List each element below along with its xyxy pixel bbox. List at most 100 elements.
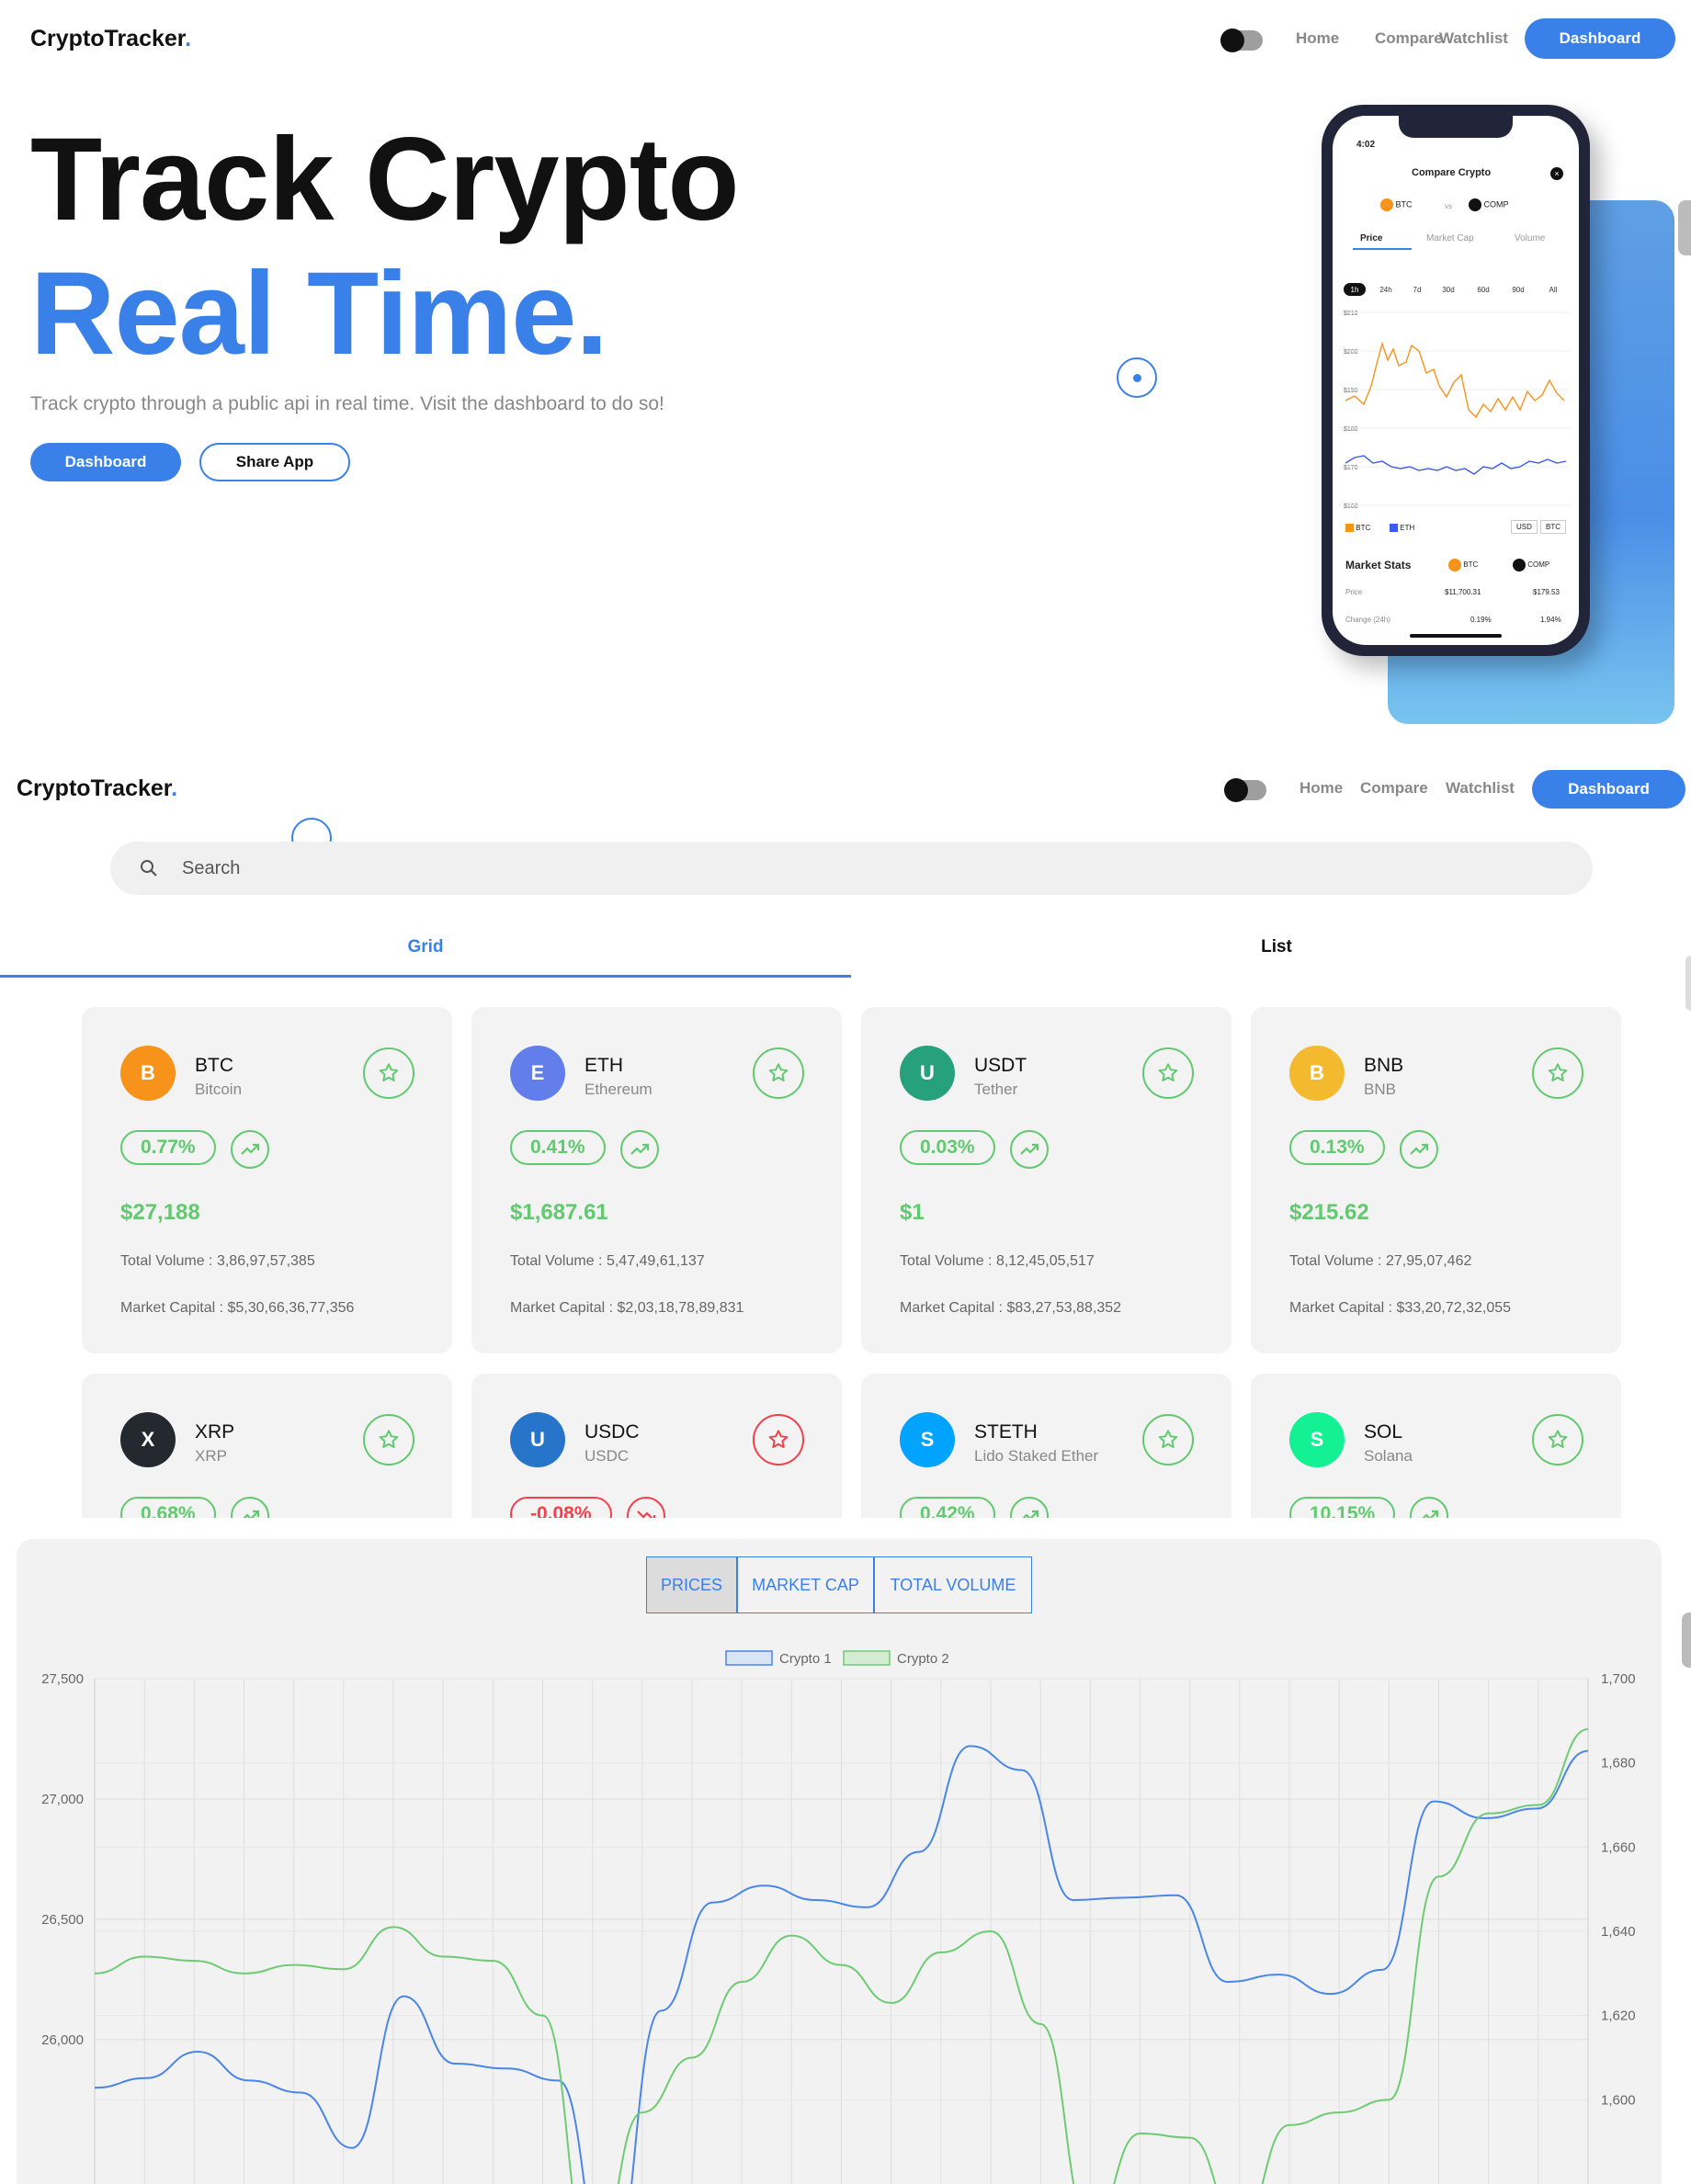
toggle-prices[interactable]: PRICES <box>646 1556 737 1613</box>
coin-volume: Total Volume : 27,95,07,462 <box>1289 1253 1472 1269</box>
nav-dashboard-button[interactable]: Dashboard <box>1532 770 1685 809</box>
nav-compare[interactable]: Compare <box>1360 779 1428 798</box>
watchlist-star-icon[interactable] <box>1532 1414 1583 1465</box>
y-right-tick-label: 1,660 <box>1601 1839 1636 1855</box>
theme-toggle[interactable] <box>1224 778 1266 802</box>
coin-symbol: SOL <box>1364 1421 1403 1443</box>
coin-symbol: ETH <box>584 1055 623 1076</box>
phone-title: Compare Crypto <box>1412 167 1492 178</box>
brand-logo[interactable]: CryptoTracker. <box>30 26 191 52</box>
brand-logo[interactable]: CryptoTracker. <box>17 775 177 802</box>
range-1h[interactable]: 1h <box>1344 283 1366 296</box>
range-90d[interactable]: 90d <box>1507 283 1529 296</box>
nav-watchlist[interactable]: Watchlist <box>1439 29 1508 48</box>
coin-price: $27,188 <box>120 1200 200 1225</box>
y-right-tick-label: 1,620 <box>1601 2009 1636 2024</box>
coin-market-cap: Market Capital : $83,27,53,88,352 <box>900 1300 1122 1316</box>
trending-up-icon <box>1410 1497 1448 1518</box>
range-all[interactable]: All <box>1542 283 1564 296</box>
toggle-total-volume[interactable]: TOTAL VOLUME <box>874 1556 1032 1613</box>
coin-logo-icon: E <box>510 1046 565 1101</box>
coin-card-usdc[interactable]: U USDC USDC -0.08% <box>471 1374 842 1518</box>
coin-price: $1 <box>900 1200 925 1225</box>
change-badge: 10.15% <box>1289 1497 1396 1518</box>
phone-tab-price[interactable]: Price <box>1360 233 1382 243</box>
tab-list[interactable]: List <box>851 937 1691 978</box>
nav-watchlist[interactable]: Watchlist <box>1446 779 1515 798</box>
hero-title-accent: Real Time. <box>30 248 608 379</box>
y-right-tick-label: 1,680 <box>1601 1756 1636 1771</box>
range-60d[interactable]: 60d <box>1472 283 1494 296</box>
hero-dashboard-button[interactable]: Dashboard <box>30 443 181 481</box>
top-nav: CryptoTracker. Home Compare Watchlist Da… <box>0 11 1691 66</box>
coin-grid: B BTC Bitcoin 0.77% $27,188 Total Volume : 3,… <box>0 1001 1691 1518</box>
watchlist-star-icon[interactable] <box>753 1414 804 1465</box>
tab-grid[interactable]: Grid <box>0 937 851 978</box>
scroll-handle[interactable] <box>1678 200 1691 255</box>
watchlist-star-icon[interactable] <box>1142 1047 1194 1099</box>
watchlist-star-icon[interactable] <box>363 1047 414 1099</box>
toggle-market-cap[interactable]: MARKET CAP <box>737 1556 874 1613</box>
hero-title: Track Crypto <box>30 114 739 245</box>
watchlist-star-icon[interactable] <box>1142 1414 1194 1465</box>
phone-tab-marketcap[interactable]: Market Cap <box>1426 233 1474 243</box>
coin-card-sol[interactable]: S SOL Solana 10.15% <box>1251 1374 1621 1518</box>
currency-btc[interactable]: BTC <box>1540 520 1566 534</box>
search-icon <box>141 860 157 877</box>
coin-card-xrp[interactable]: X XRP XRP 0.68% <box>82 1374 452 1518</box>
phone-time: 4:02 <box>1356 140 1376 150</box>
coin-price: $215.62 <box>1289 1200 1369 1225</box>
coin-name: BNB <box>1364 1081 1396 1098</box>
range-7d[interactable]: 7d <box>1406 283 1428 296</box>
market-stats-title: Market Stats <box>1345 559 1412 571</box>
watchlist-star-icon[interactable] <box>1532 1047 1583 1099</box>
dashboard-nav: CryptoTracker. Home Compare Watchlist Da… <box>0 761 1691 816</box>
coin-card-btc[interactable]: B BTC Bitcoin 0.77% $27,188 Total Volume : 3,… <box>82 1007 452 1353</box>
range-30d[interactable]: 30d <box>1437 283 1459 296</box>
nav-home[interactable]: Home <box>1296 29 1339 48</box>
coin-logo-icon: U <box>900 1046 955 1101</box>
share-app-button[interactable]: Share App <box>199 443 350 481</box>
trending-up-icon <box>231 1130 269 1169</box>
phone-coin-a: BTC <box>1380 198 1413 211</box>
phone-legend-eth[interactable]: ETH <box>1390 524 1414 533</box>
coin-logo-icon: S <box>900 1412 955 1467</box>
coin-card-steth[interactable]: S STETH Lido Staked Ether 0.42% <box>861 1374 1231 1518</box>
search-input[interactable] <box>182 842 1469 895</box>
phone-mockup: 4:02 Compare Crypto × BTC vs COMP Price … <box>1322 105 1590 656</box>
hero-subtitle: Track crypto through a public api in rea… <box>30 393 664 414</box>
coin-market-cap: Market Capital : $33,20,72,32,055 <box>1289 1300 1512 1316</box>
watchlist-star-icon[interactable] <box>363 1414 414 1465</box>
coin-logo-icon: X <box>120 1412 176 1467</box>
coin-card-bnb[interactable]: B BNB BNB 0.13% $215.62 Total Volume : 27,95,… <box>1251 1007 1621 1353</box>
coin-market-cap: Market Capital : $2,03,18,78,89,831 <box>510 1300 744 1316</box>
search-bar[interactable] <box>110 842 1593 895</box>
trending-up-icon <box>1010 1497 1049 1518</box>
y-left-tick-label: 27,000 <box>41 1792 84 1807</box>
stats-row-b: 1.94% <box>1540 616 1561 624</box>
phone-tab-volume[interactable]: Volume <box>1515 233 1545 243</box>
change-badge: 0.13% <box>1289 1130 1385 1165</box>
theme-toggle[interactable] <box>1220 28 1263 52</box>
stats-row-b: $179.53 <box>1533 588 1560 596</box>
range-24h[interactable]: 24h <box>1375 283 1397 296</box>
coin-symbol: USDT <box>974 1055 1027 1076</box>
close-icon[interactable]: × <box>1550 167 1563 180</box>
nav-home[interactable]: Home <box>1299 779 1343 798</box>
nav-dashboard-button[interactable]: Dashboard <box>1525 18 1675 59</box>
y-right-tick-label: 1,640 <box>1601 1924 1636 1940</box>
coin-market-cap: Market Capital : $5,30,66,36,77,356 <box>120 1300 355 1316</box>
change-badge: 0.03% <box>900 1130 995 1165</box>
trending-up-icon <box>1010 1130 1049 1169</box>
coin-card-eth[interactable]: E ETH Ethereum 0.41% $1,687.61 Total Volume :… <box>471 1007 842 1353</box>
coin-card-usdt[interactable]: U USDT Tether 0.03% $1 Total Volume : 8,12,45… <box>861 1007 1231 1353</box>
nav-compare[interactable]: Compare <box>1375 29 1443 48</box>
currency-usd[interactable]: USD <box>1511 520 1538 534</box>
trending-up-icon <box>620 1130 659 1169</box>
watchlist-star-icon[interactable] <box>753 1047 804 1099</box>
y-left-tick-label: 27,500 <box>41 1671 84 1687</box>
phone-legend-btc[interactable]: BTC <box>1345 524 1370 533</box>
coin-logo-icon: S <box>1289 1412 1345 1467</box>
y-right-tick-label: 1,600 <box>1601 2092 1636 2108</box>
phone-mini-chart <box>1345 311 1570 506</box>
